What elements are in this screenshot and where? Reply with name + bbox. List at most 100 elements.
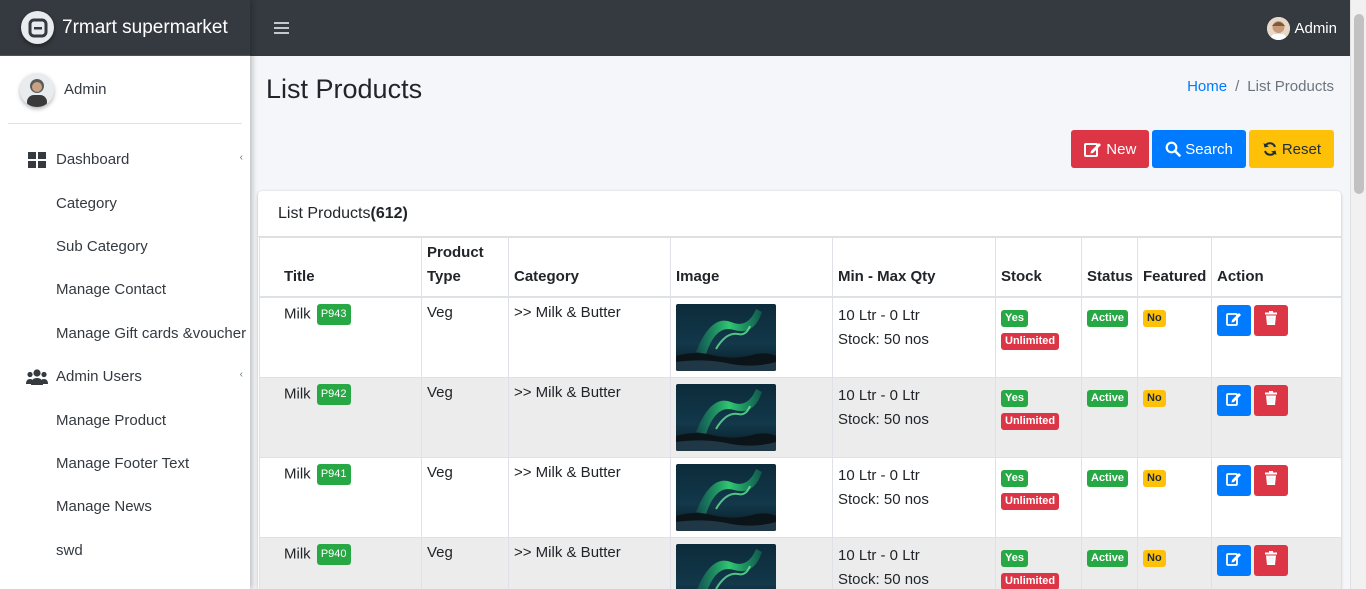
edit-button[interactable] xyxy=(1217,384,1251,416)
category-cell: >> Milk & Butter xyxy=(508,456,671,538)
sidebar-item-label: Category xyxy=(56,194,117,212)
edit-button[interactable] xyxy=(1217,464,1251,496)
reset-button-label: Reset xyxy=(1281,140,1321,158)
featured-badge[interactable]: No xyxy=(1143,469,1166,487)
new-button[interactable]: New xyxy=(1071,130,1150,168)
stock-badge: Yes xyxy=(1001,309,1028,327)
product-category: >> Milk & Butter xyxy=(514,383,621,401)
card-header: List Products (612) xyxy=(258,191,1341,237)
product-type-cell: Veg xyxy=(421,376,509,458)
sidebar-item-label: Sub Category xyxy=(56,237,148,255)
featured-cell: No xyxy=(1137,376,1212,458)
unlimited-badge: Unlimited xyxy=(1001,332,1060,350)
sidebar-item-dashboard[interactable]: Dashboard ‹ xyxy=(0,138,250,181)
sidebar-item-manage-contact[interactable]: Manage Contact xyxy=(0,268,250,311)
products-card: List Products (612) Title Product Type Cate… xyxy=(258,191,1341,589)
sidebar-item-category[interactable]: Category xyxy=(0,181,250,224)
stock-badge: Yes xyxy=(1001,389,1028,407)
unlimited-badge: Unlimited xyxy=(1001,572,1060,589)
user-panel[interactable]: Admin xyxy=(8,56,242,124)
new-button-label: New xyxy=(1106,140,1137,158)
breadcrumb-separator: / xyxy=(1235,78,1240,95)
main-sidebar: 7rmart supermarket Admin Dashboard ‹ Categ… xyxy=(0,0,250,589)
sidebar-item-admin-users[interactable]: Admin Users ‹ xyxy=(0,355,250,398)
product-type: Veg xyxy=(427,303,453,321)
featured-badge[interactable]: No xyxy=(1143,309,1166,327)
brand-link[interactable]: 7rmart supermarket xyxy=(0,0,250,56)
edit-icon xyxy=(1226,311,1242,330)
product-code-badge: P940 xyxy=(316,543,351,565)
delete-button[interactable] xyxy=(1254,464,1288,496)
sidebar-item-sub-category[interactable]: Sub Category xyxy=(0,225,250,268)
sidebar-item-manage-product[interactable]: Manage Product xyxy=(0,398,250,441)
product-title: Milk xyxy=(284,384,311,402)
featured-cell: No xyxy=(1137,296,1212,378)
product-type: Veg xyxy=(427,543,453,561)
sidebar-item-manage-footer-text[interactable]: Manage Footer Text xyxy=(0,442,250,485)
featured-cell: No xyxy=(1137,536,1212,589)
product-type: Veg xyxy=(427,383,453,401)
status-badge[interactable]: Active xyxy=(1087,389,1129,407)
sync-icon xyxy=(1263,142,1277,156)
sidebar-item-label: Admin Users xyxy=(56,368,142,386)
stock-cell: Yes Unlimited xyxy=(995,456,1082,538)
featured-cell: No xyxy=(1137,456,1212,538)
category-cell: >> Milk & Butter xyxy=(508,536,671,589)
delete-button[interactable] xyxy=(1254,304,1288,336)
featured-badge[interactable]: No xyxy=(1143,549,1166,567)
status-badge[interactable]: Active xyxy=(1087,549,1129,567)
stock-badge: Yes xyxy=(1001,549,1028,567)
status-badge[interactable]: Active xyxy=(1087,309,1129,327)
status-cell: Active xyxy=(1081,536,1138,589)
sidebar-item-swd[interactable]: swd xyxy=(0,529,250,572)
dashboard-icon xyxy=(26,151,48,168)
status-cell: Active xyxy=(1081,456,1138,538)
chevron-left-icon: ‹ xyxy=(239,368,243,380)
sidebar-item-label: swd xyxy=(56,541,83,559)
navbar-user-menu[interactable]: Admin xyxy=(1267,17,1337,40)
users-icon xyxy=(26,369,48,385)
breadcrumb-home-link[interactable]: Home xyxy=(1187,78,1227,95)
stock-cell: Yes Unlimited xyxy=(995,376,1082,458)
product-title: Milk xyxy=(284,544,311,562)
stock-cell: Yes Unlimited xyxy=(995,536,1082,589)
edit-button[interactable] xyxy=(1217,304,1251,336)
image-cell xyxy=(670,296,833,378)
table-body: Milk P943 Veg >> Milk & Butter 10 Ltr - 0 L… xyxy=(259,296,1341,589)
reset-button[interactable]: Reset xyxy=(1248,130,1334,168)
product-title-cell: Milk P943 xyxy=(259,296,422,378)
product-category: >> Milk & Butter xyxy=(514,463,621,481)
image-cell xyxy=(670,536,833,589)
table-header-row: Title Product Type Category Image Min - Max … xyxy=(259,237,1341,298)
column-header: Stock xyxy=(995,237,1082,298)
scrollbar-thumb[interactable] xyxy=(1354,14,1364,194)
sidebar-item-label: Manage Gift cards &voucher xyxy=(56,324,247,342)
toolbar: New Search Reset xyxy=(1071,130,1334,168)
action-cell xyxy=(1211,456,1341,538)
edit-button[interactable] xyxy=(1217,544,1251,576)
product-title: Milk xyxy=(284,464,311,482)
search-button[interactable]: Search xyxy=(1152,130,1246,168)
sidebar-item-manage-news[interactable]: Manage News xyxy=(0,485,250,528)
column-header: Image xyxy=(670,237,833,298)
featured-badge[interactable]: No xyxy=(1143,389,1166,407)
delete-button[interactable] xyxy=(1254,544,1288,576)
qty-cell: 10 Ltr - 0 Ltr Stock: 50 nos xyxy=(832,376,996,458)
brand-name: 7rmart supermarket xyxy=(62,16,228,38)
stock-cell: Yes Unlimited xyxy=(995,296,1082,378)
min-max-qty: 10 Ltr - 0 Ltr xyxy=(838,466,920,484)
stock-quantity: Stock: 50 nos xyxy=(838,490,929,508)
page-scrollbar[interactable] xyxy=(1350,0,1366,589)
top-navbar: Admin xyxy=(250,0,1350,56)
column-header: Action xyxy=(1211,237,1341,298)
product-code-badge: P943 xyxy=(316,303,351,325)
product-image xyxy=(676,543,776,589)
sidebar-item-manage-gift-cards-voucher[interactable]: Manage Gift cards &voucher xyxy=(0,312,250,355)
delete-button[interactable] xyxy=(1254,384,1288,416)
menu-toggle-icon[interactable] xyxy=(274,22,289,34)
product-type-cell: Veg xyxy=(421,296,509,378)
edit-icon xyxy=(1226,391,1242,410)
status-badge[interactable]: Active xyxy=(1087,469,1129,487)
unlimited-badge: Unlimited xyxy=(1001,412,1060,430)
trash-icon xyxy=(1265,551,1277,569)
